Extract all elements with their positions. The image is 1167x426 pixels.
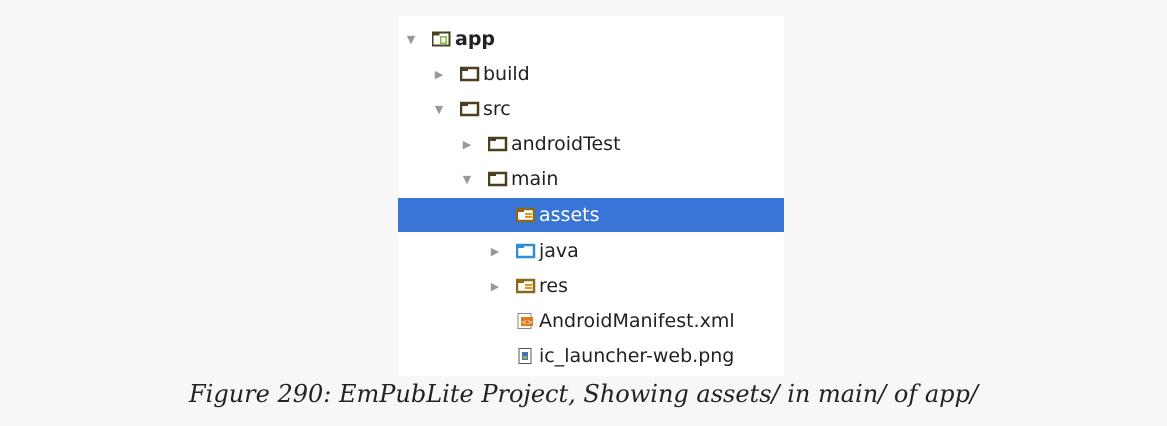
tree-item-build[interactable]: ▶ build <box>398 57 784 91</box>
svg-text:<>: <> <box>521 319 533 327</box>
tree-item-label: ic_launcher-web.png <box>539 345 735 367</box>
tree-item-label: build <box>483 63 530 85</box>
expanded-arrow-icon[interactable]: ▼ <box>404 33 418 46</box>
tree-item-androidmanifest[interactable]: ▶ <> AndroidManifest.xml <box>398 304 784 338</box>
source-folder-icon <box>516 243 536 259</box>
resource-folder-icon <box>516 278 536 294</box>
collapsed-arrow-icon[interactable]: ▶ <box>460 138 474 151</box>
tree-item-label: app <box>455 28 496 50</box>
tree-item-src[interactable]: ▼ src <box>398 92 784 126</box>
tree-item-app[interactable]: ▼ app <box>398 22 784 56</box>
expanded-arrow-icon[interactable]: ▼ <box>432 103 446 116</box>
expanded-arrow-icon[interactable]: ▼ <box>460 173 474 186</box>
resource-folder-icon <box>516 207 536 223</box>
tree-item-label: src <box>483 98 511 120</box>
figure-caption: Figure 290: EmPubLite Project, Showing a… <box>189 380 978 408</box>
tree-item-res[interactable]: ▶ res <box>398 269 784 303</box>
folder-icon <box>460 101 480 117</box>
collapsed-arrow-icon[interactable]: ▶ <box>488 245 502 258</box>
folder-icon <box>488 171 508 187</box>
tree-item-label: java <box>539 240 579 262</box>
image-file-icon <box>516 348 536 364</box>
collapsed-arrow-icon[interactable]: ▶ <box>432 68 446 81</box>
tree-item-main[interactable]: ▼ main <box>398 162 784 196</box>
collapsed-arrow-icon[interactable]: ▶ <box>488 280 502 293</box>
tree-item-label: AndroidManifest.xml <box>539 310 735 332</box>
xml-file-icon: <> <box>516 313 536 329</box>
tree-item-label: androidTest <box>511 133 621 155</box>
folder-icon <box>488 136 508 152</box>
folder-icon <box>460 66 480 82</box>
tree-item-label: res <box>539 275 568 297</box>
tree-item-java[interactable]: ▶ java <box>398 234 784 268</box>
tree-item-assets[interactable]: ▶ assets <box>398 198 784 232</box>
module-folder-icon <box>432 31 452 47</box>
tree-item-androidtest[interactable]: ▶ androidTest <box>398 127 784 161</box>
tree-item-ic-launcher-web[interactable]: ▶ ic_launcher-web.png <box>398 339 784 373</box>
tree-item-label: main <box>511 168 559 190</box>
project-tree: ▼ app ▶ build ▼ src ▶ androidTest ▼ main… <box>398 16 784 376</box>
tree-item-label: assets <box>539 204 600 226</box>
